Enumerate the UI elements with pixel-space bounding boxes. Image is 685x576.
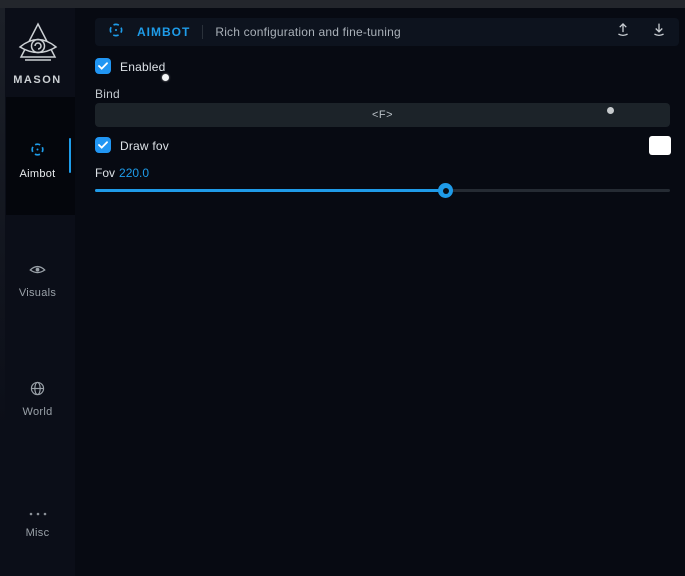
upload-icon (615, 21, 631, 43)
section-subtitle: Rich configuration and fine-tuning (215, 25, 401, 39)
bind-input[interactable]: <F> (95, 103, 670, 127)
sidebar-item-misc[interactable]: Misc (0, 504, 75, 539)
fov-value: 220.0 (119, 166, 149, 180)
bind-value: <F> (372, 109, 393, 121)
brand-name: MASON (13, 74, 61, 86)
download-config-button[interactable] (651, 21, 667, 43)
globe-icon (30, 381, 45, 401)
checkmark-icon (98, 136, 108, 154)
fov-label-row: Fov 220.0 (95, 166, 149, 180)
draw-fov-label: Draw fov (120, 139, 169, 153)
divider (202, 25, 203, 39)
section-header: AIMBOT Rich configuration and fine-tunin… (95, 18, 679, 46)
upload-config-button[interactable] (615, 21, 631, 43)
eye-icon (29, 263, 46, 282)
brand-logo: MASON (0, 20, 75, 86)
sidebar-item-label: Visuals (19, 287, 56, 299)
sidebar-item-world[interactable]: World (0, 381, 75, 418)
fov-slider-thumb[interactable] (438, 183, 453, 198)
sidebar-item-label: Aimbot (19, 168, 55, 180)
cursor-dot-secondary (607, 107, 614, 114)
window-title-strip (0, 0, 685, 8)
sidebar-item-label: World (22, 406, 52, 418)
draw-fov-checkbox[interactable] (95, 137, 111, 153)
eye-pyramid-logo-icon (14, 20, 62, 70)
fov-color-swatch[interactable] (649, 136, 671, 155)
enabled-checkbox[interactable] (95, 58, 111, 74)
crosshair-icon (29, 141, 46, 163)
main-panel: AIMBOT Rich configuration and fine-tunin… (75, 8, 685, 576)
sidebar-item-aimbot[interactable]: Aimbot (0, 141, 75, 180)
download-icon (651, 21, 667, 43)
ellipsis-icon (28, 504, 48, 522)
section-title: AIMBOT (137, 25, 190, 39)
sidebar: MASON Aimbot Visuals (0, 8, 75, 576)
enabled-label: Enabled (120, 60, 165, 74)
sidebar-item-visuals[interactable]: Visuals (0, 263, 75, 299)
crosshair-icon (107, 21, 125, 44)
fov-label: Fov (95, 166, 115, 180)
fov-slider-fill (95, 189, 445, 192)
sidebar-item-label: Misc (26, 527, 50, 539)
bind-label: Bind (95, 87, 120, 101)
fov-slider[interactable] (95, 182, 670, 198)
checkmark-icon (98, 57, 108, 75)
cursor-dot (162, 74, 169, 81)
